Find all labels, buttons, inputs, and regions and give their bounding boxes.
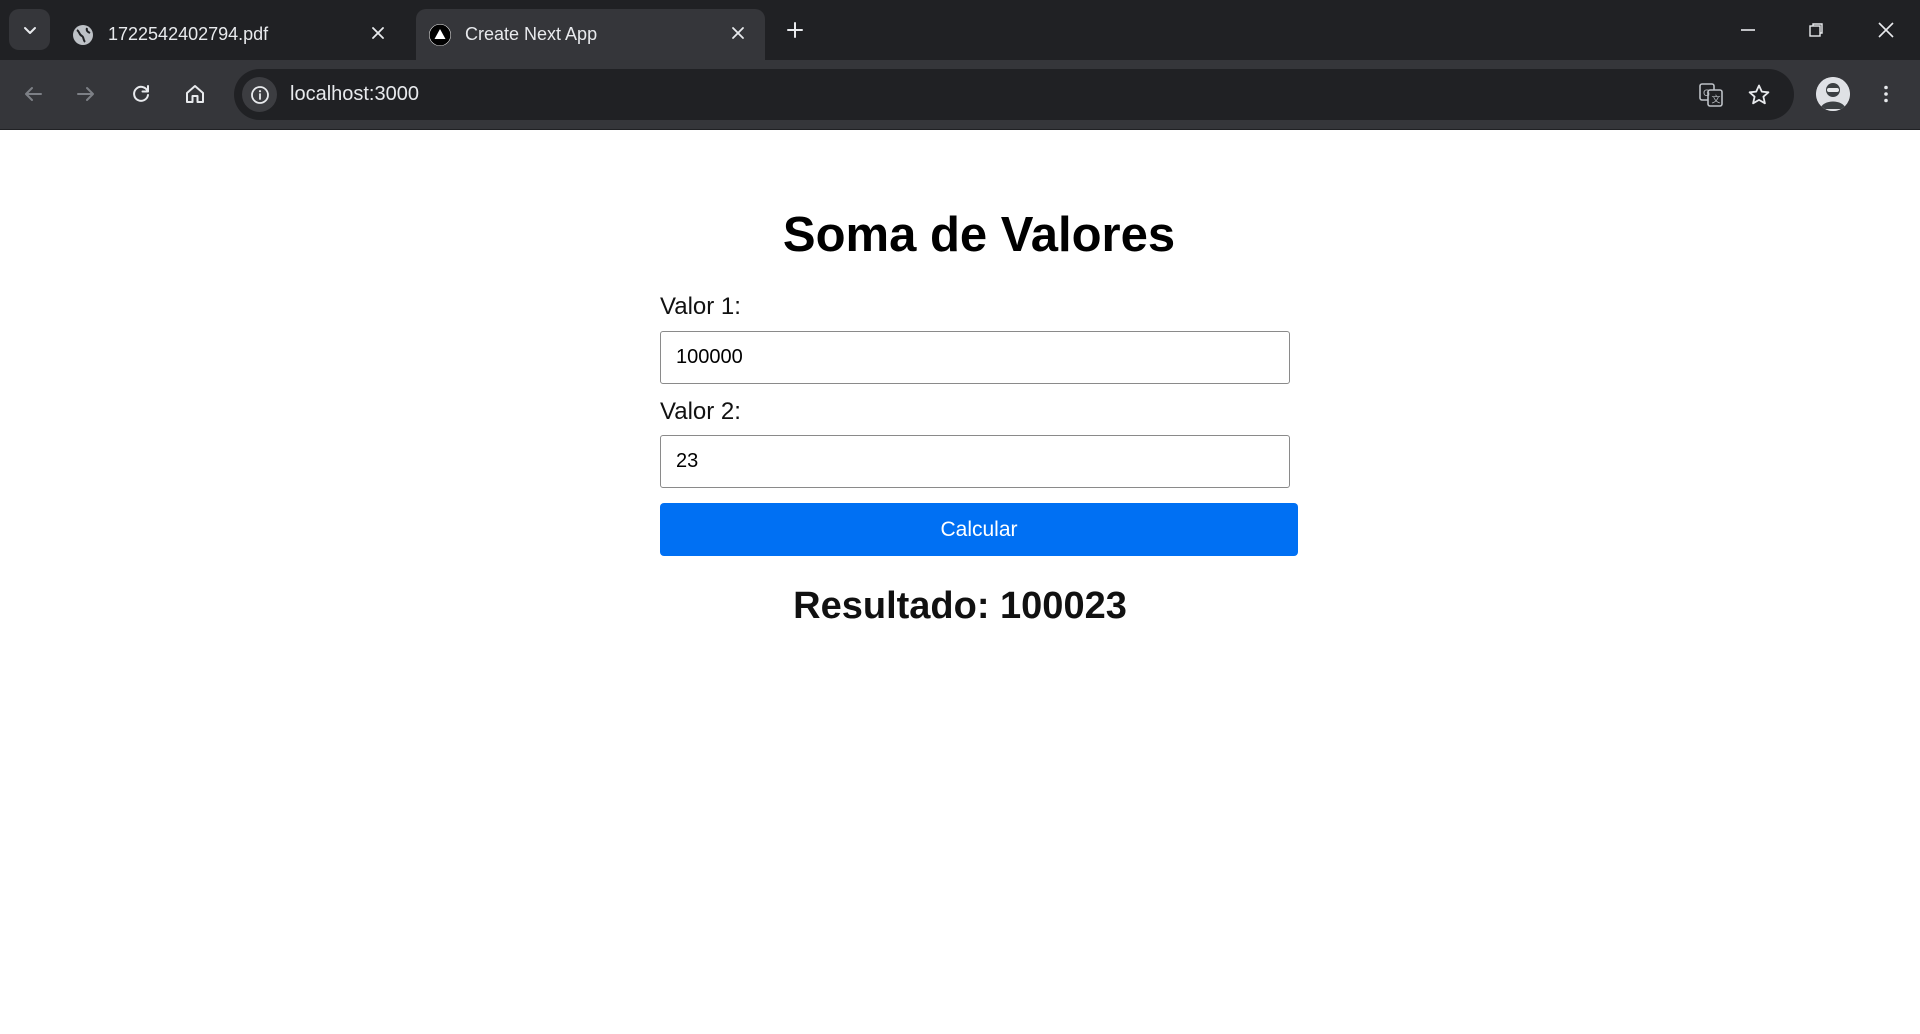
valor2-value: 23 xyxy=(676,450,699,472)
plus-icon xyxy=(787,22,803,38)
page-content: Soma de Valores Valor 1: 100000 Valor 2:… xyxy=(0,131,1920,1034)
site-info-button[interactable] xyxy=(242,77,277,112)
tab-title: 1722542402794.pdf xyxy=(108,24,269,44)
url-text[interactable]: localhost:3000 xyxy=(290,83,419,106)
close-tab-icon[interactable] xyxy=(725,20,751,46)
arrow-right-icon xyxy=(77,87,94,101)
menu-button[interactable] xyxy=(1866,74,1906,114)
minimize-button[interactable] xyxy=(1714,0,1782,60)
svg-text:G: G xyxy=(1703,89,1710,99)
star-icon xyxy=(1748,84,1769,104)
tab-strip: 1722542402794.pdf Create Next App xyxy=(0,0,1920,60)
nextjs-triangle-icon xyxy=(429,23,451,46)
svg-text:文: 文 xyxy=(1711,93,1720,105)
page-title: Soma de Valores xyxy=(782,208,1176,262)
valor2-input[interactable]: 23 xyxy=(660,435,1290,488)
bookmark-button[interactable] xyxy=(1741,77,1776,112)
browser-toolbar: localhost:3000 G 文 xyxy=(0,60,1920,130)
tab-title: Create Next App xyxy=(465,24,598,44)
profile-avatar[interactable] xyxy=(1816,77,1850,111)
restore-button[interactable] xyxy=(1782,0,1850,60)
new-tab-button[interactable] xyxy=(778,13,812,47)
valor1-input[interactable]: 100000 xyxy=(660,331,1290,384)
back-button[interactable] xyxy=(13,74,53,114)
result-text: Resultado: 100023 xyxy=(793,585,1127,627)
address-bar[interactable]: localhost:3000 G 文 xyxy=(234,69,1794,120)
tab-pdf[interactable]: 1722542402794.pdf xyxy=(60,9,405,60)
restore-icon xyxy=(1809,23,1823,37)
info-icon xyxy=(250,85,269,104)
tab-create-next-app[interactable]: Create Next App xyxy=(416,9,765,60)
minimize-icon xyxy=(1741,29,1755,31)
home-icon xyxy=(186,85,204,103)
close-tab-icon[interactable] xyxy=(365,20,391,46)
reload-icon xyxy=(133,85,149,102)
chevron-down-icon xyxy=(23,26,36,34)
translate-icon: G 文 xyxy=(1698,82,1723,107)
globe-icon xyxy=(72,24,94,46)
tab-search-button[interactable] xyxy=(9,9,50,50)
home-button[interactable] xyxy=(175,74,215,114)
avatar-icon xyxy=(1816,77,1850,111)
translate-button[interactable]: G 文 xyxy=(1693,77,1728,112)
close-window-button[interactable] xyxy=(1852,0,1920,60)
close-icon xyxy=(1878,22,1894,38)
valor2-label: Valor 2: xyxy=(660,398,741,425)
kebab-menu-icon xyxy=(1884,85,1888,103)
calcular-button[interactable]: Calcular xyxy=(660,503,1298,556)
forward-button[interactable] xyxy=(66,74,106,114)
arrow-left-icon xyxy=(25,87,42,101)
valor1-label: Valor 1: xyxy=(660,293,741,320)
reload-button[interactable] xyxy=(121,74,161,114)
valor1-value: 100000 xyxy=(676,346,743,368)
